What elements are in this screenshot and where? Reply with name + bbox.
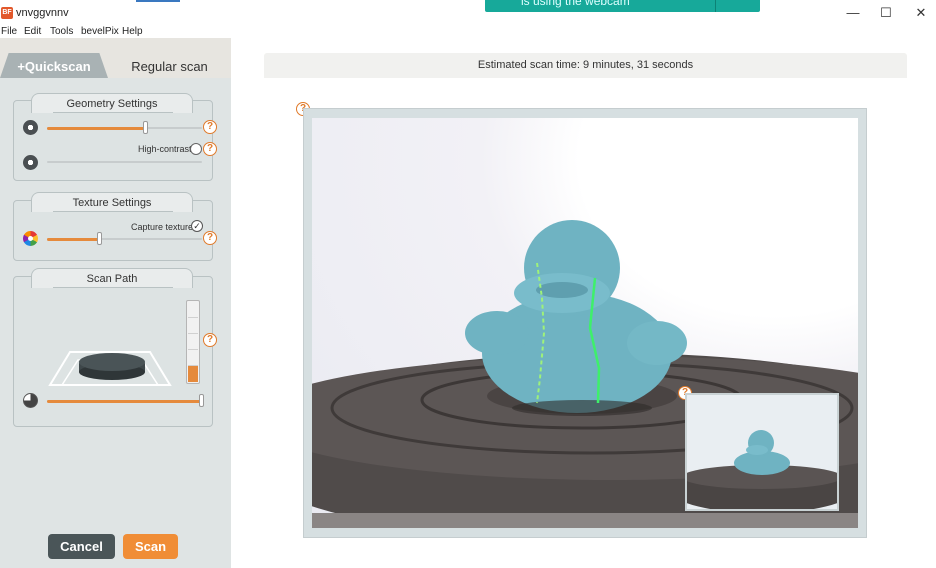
rotation-icon — [23, 393, 38, 408]
high-contrast-toggle[interactable] — [190, 143, 202, 155]
texture-slider-fill — [47, 237, 100, 241]
texture-help-icon[interactable]: ? — [203, 231, 217, 245]
cancel-button[interactable]: Cancel — [48, 534, 115, 559]
texture-settings-title: Texture Settings — [72, 197, 152, 209]
menu-file[interactable]: File — [1, 26, 17, 38]
scanner-app-window: BF vnvggvnnv is using the webcam — ☐ ✕ F… — [0, 0, 936, 568]
settings-panel: +Quickscan Regular scan Geometry Setting… — [0, 38, 231, 568]
geometry-header-divider — [53, 112, 173, 113]
color-wheel-icon — [23, 231, 38, 246]
menu-bar: File Edit Tools bevelPix Help — [0, 26, 936, 38]
aperture-icon — [23, 120, 38, 135]
capture-texture-label: Capture texture — [131, 222, 194, 232]
contrast-slider-track[interactable] — [47, 161, 202, 163]
scan-path-header-divider — [53, 287, 173, 288]
scan-path-help-icon[interactable]: ? — [203, 333, 217, 347]
menu-bevelpix[interactable]: bevelPix — [81, 26, 119, 38]
settings-panel-body: Geometry Settings ? High-contrast ? Text… — [0, 78, 231, 568]
tab-regular-scan[interactable]: Regular scan — [108, 53, 231, 78]
high-contrast-label: High-contrast — [138, 144, 192, 154]
app-logo-icon: BF — [1, 7, 13, 19]
minimize-button[interactable]: — — [843, 4, 863, 22]
aperture-icon — [23, 155, 38, 170]
webcam-notification[interactable]: is using the webcam — [485, 0, 760, 12]
menu-edit[interactable]: Edit — [24, 26, 41, 38]
title-bar: BF vnvggvnnv is using the webcam — ☐ ✕ — [0, 0, 936, 26]
height-bar-divider — [188, 317, 198, 318]
notification-divider — [715, 0, 716, 12]
close-button[interactable]: ✕ — [911, 4, 931, 22]
geometry-settings-title: Geometry Settings — [66, 98, 158, 110]
maximize-button[interactable]: ☐ — [876, 4, 896, 22]
capture-texture-checkbox[interactable]: ✓ — [191, 220, 203, 232]
turntable-diagram-icon — [48, 351, 172, 386]
camera-thumbnail[interactable] — [685, 393, 839, 511]
rotation-slider-thumb[interactable] — [199, 394, 204, 407]
height-bar-divider — [188, 333, 198, 334]
taskbar-indicator — [136, 0, 180, 2]
scan-path-header: Scan Path — [31, 268, 193, 288]
tab-regular-scan-label: Regular scan — [131, 59, 208, 74]
geometry-settings-header: Geometry Settings — [31, 93, 193, 113]
scan-button[interactable]: Scan — [123, 534, 178, 559]
webcam-notification-text: is using the webcam — [521, 0, 630, 8]
height-bar-divider — [188, 349, 198, 350]
geometry-slider-thumb[interactable] — [143, 121, 148, 134]
scan-height-fill — [188, 366, 198, 382]
tab-quickscan-label: +Quickscan — [17, 59, 91, 74]
status-bar: Estimated scan time: 9 minutes, 31 secon… — [264, 53, 907, 78]
menu-help[interactable]: Help — [122, 26, 143, 38]
estimated-scan-time: Estimated scan time: 9 minutes, 31 secon… — [477, 59, 694, 71]
texture-header-divider — [53, 211, 173, 212]
geometry-slider-fill — [47, 126, 146, 130]
texture-settings-header: Texture Settings — [31, 192, 193, 212]
menu-tools[interactable]: Tools — [50, 26, 73, 38]
texture-slider-thumb[interactable] — [97, 232, 102, 245]
geometry-help-icon[interactable]: ? — [203, 120, 217, 134]
high-contrast-help-icon[interactable]: ? — [203, 142, 217, 156]
window-title: vnvggvnnv — [16, 7, 69, 19]
scan-path-title: Scan Path — [86, 273, 138, 285]
scan-height-bar[interactable] — [186, 300, 200, 384]
tab-quickscan[interactable]: +Quickscan — [0, 53, 108, 78]
rotation-slider-fill — [47, 399, 202, 403]
thumbnail-image — [687, 395, 837, 509]
